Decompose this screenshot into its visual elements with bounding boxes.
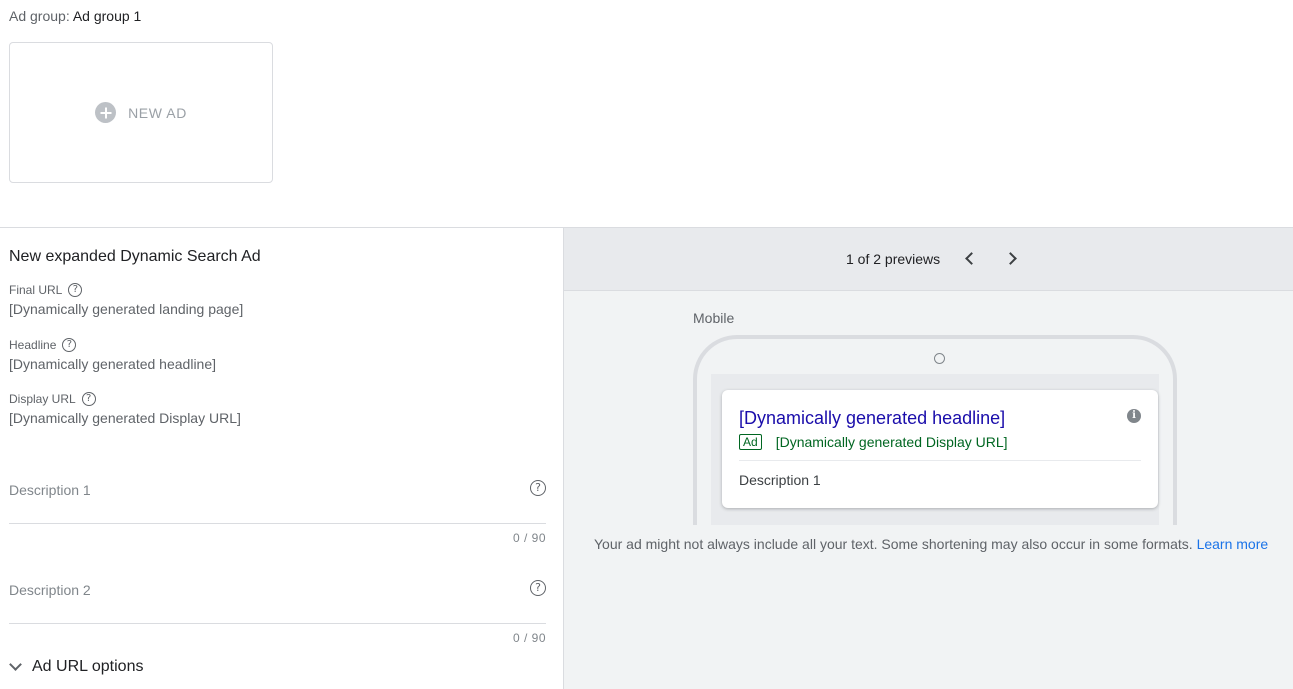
final-url-value: [Dynamically generated landing page] — [9, 301, 244, 317]
description-2-counter: 0 / 90 — [512, 631, 546, 645]
preview-toolbar: 1 of 2 previews — [564, 228, 1293, 291]
preview-pane: 1 of 2 previews Mobile [Dynamically gene… — [563, 228, 1293, 689]
preview-note-text: Your ad might not always include all you… — [594, 536, 1193, 552]
final-url-field: Final URL ? [Dynamically generated landi… — [9, 283, 243, 317]
phone-frame: [Dynamically generated headline] i Ad [D… — [693, 335, 1177, 525]
ad-preview-headline: [Dynamically generated headline] — [739, 408, 1006, 428]
display-url-field: Display URL ? [Dynamically generated Dis… — [9, 392, 241, 426]
description-1-placeholder: Description 1 — [9, 482, 91, 498]
ad-preview-divider — [739, 460, 1141, 461]
ad-preview-description: Description 1 — [739, 472, 821, 488]
ad-group-name: Ad group 1 — [72, 8, 142, 24]
display-url-label: Display URL — [9, 392, 76, 406]
learn-more-link[interactable]: Learn more — [1197, 536, 1269, 552]
chevron-down-icon — [9, 657, 22, 671]
ad-form: New expanded Dynamic Search Ad Final URL… — [0, 228, 563, 689]
help-icon[interactable]: ? — [62, 338, 77, 352]
add-circle-icon — [95, 102, 117, 123]
preview-note: Your ad might not always include all you… — [594, 536, 1268, 552]
description-1-input[interactable]: Description 1 ? 0 / 90 — [9, 456, 546, 551]
ad-badge: Ad — [739, 434, 762, 450]
help-icon[interactable]: ? — [68, 283, 83, 297]
description-1-counter: 0 / 90 — [512, 531, 546, 545]
help-icon[interactable]: ? — [530, 580, 546, 596]
new-ad-label: NEW AD — [128, 104, 187, 121]
ad-group-prefix: Ad group: — [9, 8, 70, 24]
input-underline — [9, 623, 546, 624]
help-icon[interactable]: ? — [530, 480, 546, 496]
ad-group-label: Ad group: Ad group 1 — [9, 8, 141, 24]
final-url-label: Final URL — [9, 283, 63, 297]
chevron-left-icon — [965, 252, 978, 265]
device-label: Mobile — [693, 310, 735, 326]
ad-preview-card: [Dynamically generated headline] i Ad [D… — [722, 390, 1158, 508]
input-underline — [9, 523, 546, 524]
previous-preview-button[interactable] — [959, 248, 979, 268]
description-2-input[interactable]: Description 2 ? 0 / 90 — [9, 556, 546, 651]
ad-url-options-toggle[interactable]: Ad URL options — [9, 657, 144, 676]
new-ad-button[interactable]: NEW AD — [9, 42, 273, 183]
next-preview-button[interactable] — [1002, 248, 1022, 268]
headline-label: Headline — [9, 338, 57, 352]
preview-count: 1 of 2 previews — [846, 251, 941, 267]
headline-value: [Dynamically generated headline] — [9, 356, 217, 372]
headline-field: Headline ? [Dynamically generated headli… — [9, 338, 216, 372]
description-2-placeholder: Description 2 — [9, 582, 91, 598]
chevron-right-icon — [1004, 252, 1017, 265]
ad-preview-url: [Dynamically generated Display URL] — [775, 434, 1008, 450]
help-icon[interactable]: ? — [81, 392, 96, 406]
camera-icon — [934, 353, 945, 364]
form-title: New expanded Dynamic Search Ad — [9, 248, 261, 265]
info-icon[interactable]: i — [1127, 409, 1141, 423]
ad-url-options-label: Ad URL options — [32, 658, 144, 675]
display-url-value: [Dynamically generated Display URL] — [9, 410, 241, 426]
